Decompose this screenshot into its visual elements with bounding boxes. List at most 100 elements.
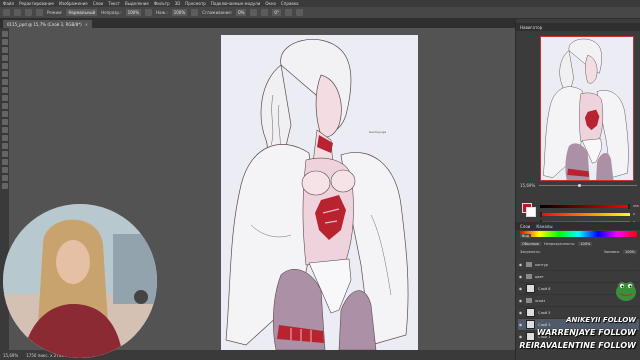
smoothing-settings-icon[interactable] xyxy=(250,9,258,16)
pressure-size-icon[interactable] xyxy=(284,9,292,16)
follow-alert-2: WARRENJAYE FOLLOW xyxy=(536,328,636,337)
green-channel-knob[interactable] xyxy=(540,212,542,217)
menu-view[interactable]: Просмотр xyxy=(185,1,206,6)
menu-layers[interactable]: Слои xyxy=(93,1,103,6)
layer-thumbnail xyxy=(526,308,535,317)
eyedropper-tool-icon[interactable] xyxy=(1,71,8,77)
fill-field[interactable]: 100% xyxy=(622,249,637,254)
magic-wand-tool-icon[interactable] xyxy=(1,55,8,61)
brush-preset-icon[interactable] xyxy=(25,9,32,16)
pressure-opacity-icon[interactable] xyxy=(145,9,152,16)
layer-row[interactable]: ◉ контур xyxy=(518,259,639,271)
dodge-tool-icon[interactable] xyxy=(1,135,8,141)
document-tab[interactable]: 0115_ppd @ 15,7% (Слой 3, RGB/8*) × xyxy=(3,20,93,28)
menu-help[interactable]: Справка xyxy=(281,1,299,6)
navigator-header[interactable]: Навигатор xyxy=(516,23,640,31)
gradient-tool-icon[interactable] xyxy=(1,119,8,125)
menu-edit[interactable]: Редактирование xyxy=(19,1,54,6)
layers-blend-row: Обычные Непрозрачность: 100% xyxy=(520,240,637,247)
blend-mode-select[interactable]: Обычные xyxy=(520,241,541,246)
type-tool-icon[interactable] xyxy=(1,151,8,157)
stamp-tool-icon[interactable] xyxy=(1,95,8,101)
blur-tool-icon[interactable] xyxy=(1,127,8,133)
shape-tool-icon[interactable] xyxy=(1,167,8,173)
fill-label: Заливка: xyxy=(603,249,620,254)
navigator-zoom-row: 15,69% xyxy=(520,181,637,189)
green-channel-slider[interactable] xyxy=(540,212,630,217)
background-color-swatch[interactable] xyxy=(526,207,536,217)
menu-3d[interactable]: 3D xyxy=(175,1,181,6)
brush-icon[interactable] xyxy=(14,9,21,16)
brush-tool-icon[interactable] xyxy=(1,87,8,93)
angle-field[interactable]: 0° xyxy=(272,9,281,16)
menu-text[interactable]: Текст xyxy=(108,1,120,6)
zoom-tool-icon[interactable] xyxy=(1,183,8,189)
close-icon[interactable]: × xyxy=(85,22,88,27)
menu-file[interactable]: Файл xyxy=(3,1,14,6)
red-channel-knob[interactable] xyxy=(628,204,630,209)
mode-select[interactable]: Нормальный xyxy=(66,9,98,16)
visibility-eye-icon[interactable]: ◉ xyxy=(518,274,523,279)
pen-tool-icon[interactable] xyxy=(1,143,8,149)
document-canvas[interactable]: teedrayuga xyxy=(221,35,418,350)
navigator-title: Навигатор xyxy=(520,24,543,30)
visibility-eye-icon[interactable]: ◉ xyxy=(518,262,523,267)
menu-filter[interactable]: Фильтр xyxy=(154,1,170,6)
folder-icon xyxy=(526,262,532,267)
navigator-zoom-slider[interactable] xyxy=(539,183,637,187)
marquee-tool-icon[interactable] xyxy=(1,39,8,45)
smoothing-field[interactable]: 0% xyxy=(236,9,247,16)
navigator-thumbnail xyxy=(543,38,629,180)
document-tab-bar: 0115_ppd @ 15,7% (Слой 3, RGB/8*) × xyxy=(0,19,515,28)
layer-name: контур xyxy=(535,262,548,267)
menu-image[interactable]: Изображение xyxy=(59,1,88,6)
layer-name: эскиз xyxy=(535,298,546,303)
lasso-tool-icon[interactable] xyxy=(1,47,8,53)
lock-label: Закрепить: xyxy=(520,249,541,254)
layer-opacity-field[interactable]: 100% xyxy=(578,241,593,246)
pressure-label: Наж.: xyxy=(156,10,168,15)
home-icon[interactable] xyxy=(3,9,10,16)
layers-filter-row: Вид xyxy=(520,232,637,239)
path-select-tool-icon[interactable] xyxy=(1,159,8,165)
layers-lock-row: Закрепить: Заливка: 100% xyxy=(520,248,637,255)
frog-emote-icon xyxy=(616,282,636,301)
signature: teedrayuga xyxy=(369,130,387,134)
webcam-overlay xyxy=(3,204,157,358)
opacity-label: Непрозр.: xyxy=(101,10,122,15)
red-channel-value[interactable]: 255 xyxy=(633,204,639,208)
healing-tool-icon[interactable] xyxy=(1,79,8,85)
eraser-tool-icon[interactable] xyxy=(1,111,8,117)
layers-filter-select[interactable]: Вид xyxy=(520,233,532,238)
layer-name: Слой 3 xyxy=(538,322,551,327)
visibility-eye-icon[interactable]: ◉ xyxy=(518,286,523,291)
visibility-eye-icon[interactable]: ◉ xyxy=(518,310,523,315)
visibility-eye-icon[interactable]: ◉ xyxy=(518,334,523,339)
visibility-eye-icon[interactable]: ◉ xyxy=(518,322,523,327)
symmetry-icon[interactable] xyxy=(295,9,303,16)
airbrush-icon[interactable] xyxy=(191,9,199,16)
tab-layers[interactable]: Слои xyxy=(520,224,530,229)
navigator-preview[interactable] xyxy=(540,36,634,181)
menu-plugins[interactable]: Подключаемые модули xyxy=(211,1,261,6)
pressure-field[interactable]: 100% xyxy=(171,9,188,16)
streamer-figure xyxy=(3,204,157,358)
crop-tool-icon[interactable] xyxy=(1,63,8,69)
layer-opacity-label: Непрозрачность: xyxy=(543,241,576,246)
menu-select[interactable]: Выделение xyxy=(125,1,149,6)
navigator-zoom-value[interactable]: 15,69% xyxy=(520,183,535,188)
move-tool-icon[interactable] xyxy=(1,31,8,37)
history-brush-tool-icon[interactable] xyxy=(1,103,8,109)
angle-icon[interactable] xyxy=(261,9,269,16)
red-channel-slider[interactable] xyxy=(540,204,630,209)
tab-channels[interactable]: Каналы xyxy=(536,224,552,229)
menu-window[interactable]: Окно xyxy=(265,1,276,6)
hand-tool-icon[interactable] xyxy=(1,175,8,181)
folder-icon xyxy=(526,298,532,303)
green-channel-value[interactable]: 0 xyxy=(633,212,635,216)
layer-name: Слой 8 xyxy=(538,286,551,291)
visibility-eye-icon[interactable]: ◉ xyxy=(518,298,523,303)
status-zoom[interactable]: 15,69% xyxy=(3,353,18,358)
opacity-field[interactable]: 100% xyxy=(125,9,141,16)
brush-settings-icon[interactable] xyxy=(36,9,43,16)
